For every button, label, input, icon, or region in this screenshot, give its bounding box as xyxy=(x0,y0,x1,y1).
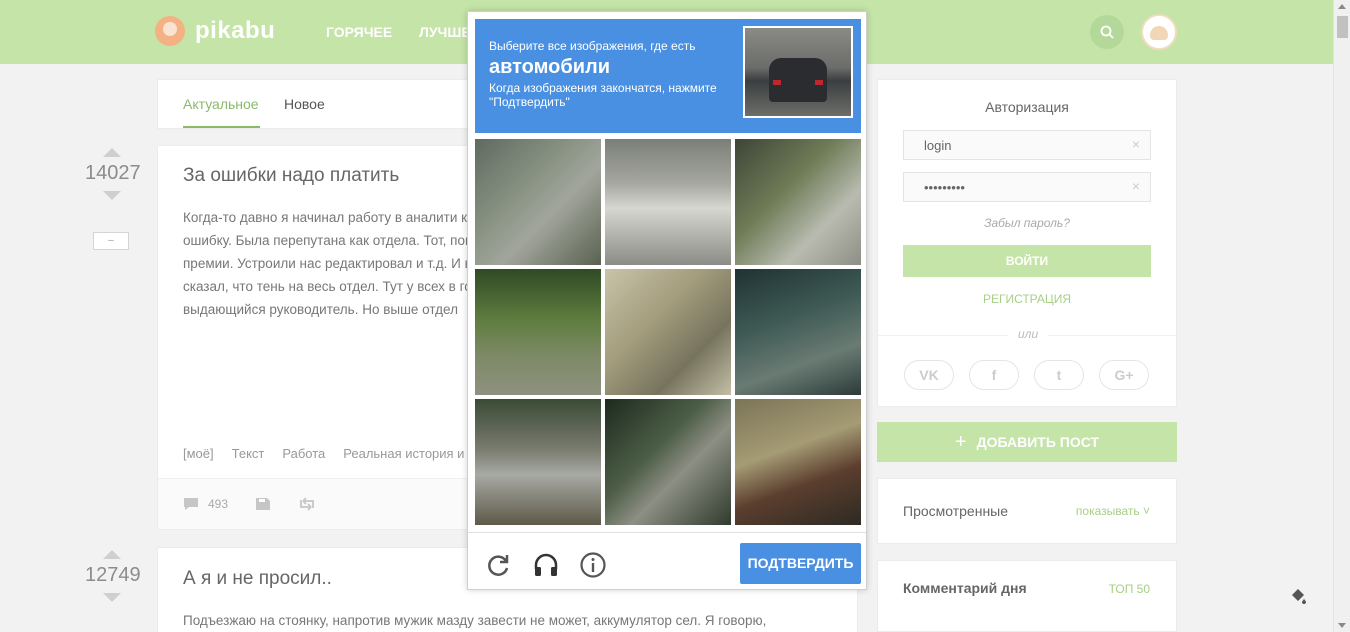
post-title[interactable]: За ошибки надо платить xyxy=(183,165,399,187)
google-icon[interactable]: G+ xyxy=(1099,360,1149,390)
captcha-target: автомобили xyxy=(489,56,611,78)
or-label: или xyxy=(1008,327,1049,341)
logo[interactable]: pikabu xyxy=(155,16,275,46)
save-icon[interactable] xyxy=(255,497,271,511)
post-title[interactable]: А я и не просил.. xyxy=(183,568,332,590)
facebook-icon[interactable]: f xyxy=(969,360,1019,390)
plus-icon: + xyxy=(954,430,967,453)
password-input[interactable]: ••••••••• × xyxy=(903,172,1151,202)
post-body: Подъезжаю на стоянку, напротив мужик маз… xyxy=(183,613,767,628)
captcha-dialog: Выберите все изображения, где есть автом… xyxy=(467,11,867,590)
add-post-label: ДОБАВИТЬ ПОСТ xyxy=(976,434,1100,450)
search-icon xyxy=(1100,25,1114,39)
scroll-down-arrow-icon[interactable] xyxy=(1338,623,1346,628)
captcha-tile[interactable] xyxy=(605,139,731,265)
auth-title: Авторизация xyxy=(985,99,1069,115)
downvote-icon[interactable] xyxy=(103,593,121,602)
viewed-label: Просмотренные xyxy=(903,503,1009,519)
post-2-rating: 12749 xyxy=(85,550,141,602)
nav-hot[interactable]: ГОРЯЧЕЕ xyxy=(326,24,392,40)
register-link[interactable]: РЕГИСТРАЦИЯ xyxy=(878,292,1176,306)
logo-icon xyxy=(155,16,185,46)
comments-count[interactable]: 493 xyxy=(208,497,228,511)
captcha-tile[interactable] xyxy=(735,399,861,525)
captcha-tile[interactable] xyxy=(735,139,861,265)
comment-of-day-card: Комментарий дня ТОП 50 xyxy=(877,560,1177,632)
password-value: ••••••••• xyxy=(924,180,965,195)
comment-of-day-label: Комментарий дня xyxy=(903,580,1027,596)
share-icon[interactable] xyxy=(297,497,317,511)
tab-new[interactable]: Новое xyxy=(284,96,325,112)
captcha-hint: Когда изображения закончатся, нажмите "П… xyxy=(489,81,717,109)
active-tab-indicator xyxy=(183,126,260,128)
captcha-instruction: Выберите все изображения, где есть xyxy=(489,39,696,53)
post-score: 14027 xyxy=(85,162,141,184)
login-value: login xyxy=(924,138,952,153)
captcha-header: Выберите все изображения, где есть автом… xyxy=(475,19,861,133)
captcha-footer: ПОДТВЕРДИТЬ xyxy=(468,532,866,590)
reload-icon[interactable] xyxy=(484,551,512,579)
tag[interactable]: [моё] xyxy=(183,446,214,461)
tag[interactable]: Реальная история и xyxy=(343,446,464,461)
search-button[interactable] xyxy=(1090,15,1124,49)
tab-actual[interactable]: Актуальное xyxy=(183,96,259,112)
info-icon[interactable] xyxy=(579,551,607,579)
tag[interactable]: Работа xyxy=(282,446,325,461)
captcha-tile[interactable] xyxy=(475,399,601,525)
comment-icon[interactable] xyxy=(183,497,199,511)
page-scrollbar[interactable] xyxy=(1333,0,1350,632)
add-post-button[interactable]: + ДОБАВИТЬ ПОСТ xyxy=(877,422,1177,462)
user-avatar[interactable] xyxy=(1141,14,1177,50)
captcha-tile[interactable] xyxy=(605,269,731,395)
captcha-grid xyxy=(475,139,861,525)
captcha-tile[interactable] xyxy=(735,269,861,395)
scroll-up-arrow-icon[interactable] xyxy=(1338,4,1346,9)
scroll-thumb[interactable] xyxy=(1337,16,1348,38)
post-tags: [моё] Текст Работа Реальная история и xyxy=(183,446,464,461)
upvote-icon[interactable] xyxy=(103,148,121,157)
twitter-icon[interactable]: t xyxy=(1034,360,1084,390)
clear-icon[interactable]: × xyxy=(1132,178,1140,194)
login-input[interactable]: login × xyxy=(903,130,1151,160)
collapse-post-button[interactable]: – xyxy=(93,232,129,250)
logo-text: pikabu xyxy=(195,17,276,44)
captcha-tile[interactable] xyxy=(475,139,601,265)
captcha-sample-image xyxy=(743,26,853,118)
paint-bucket-icon[interactable] xyxy=(1289,587,1307,605)
upvote-icon[interactable] xyxy=(103,550,121,559)
tag[interactable]: Текст xyxy=(232,446,265,461)
clear-icon[interactable]: × xyxy=(1132,136,1140,152)
auth-card: Авторизация login × ••••••••• × Забыл па… xyxy=(877,79,1177,407)
login-button[interactable]: ВОЙТИ xyxy=(903,245,1151,277)
forgot-password-link[interactable]: Забыл пароль? xyxy=(878,216,1176,230)
downvote-icon[interactable] xyxy=(103,191,121,200)
vk-icon[interactable]: VK xyxy=(904,360,954,390)
car-light xyxy=(773,80,781,85)
captcha-tile[interactable] xyxy=(605,399,731,525)
car-light xyxy=(815,80,823,85)
viewed-card: Просмотренные показывать ˅ xyxy=(877,478,1177,544)
viewed-toggle[interactable]: показывать ˅ xyxy=(1076,504,1150,518)
top50-link[interactable]: ТОП 50 xyxy=(1109,582,1150,596)
headphones-icon[interactable] xyxy=(532,551,560,579)
verify-button[interactable]: ПОДТВЕРДИТЬ xyxy=(740,543,861,584)
post-score: 12749 xyxy=(85,564,141,586)
captcha-tile[interactable] xyxy=(475,269,601,395)
post-1-rating: 14027 xyxy=(85,148,141,200)
